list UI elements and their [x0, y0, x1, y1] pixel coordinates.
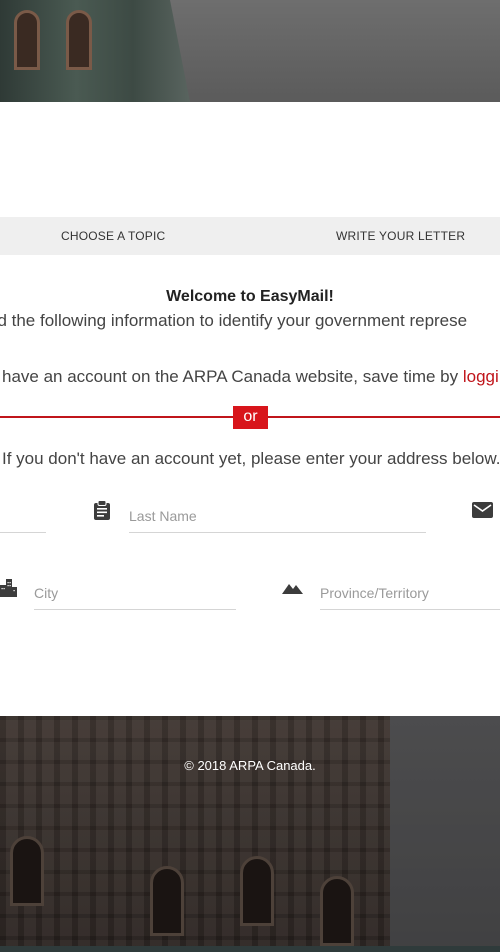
mail-icon — [472, 502, 493, 518]
account-text: have an account on the ARPA Canada websi… — [2, 367, 499, 387]
city-placeholder: City — [34, 585, 59, 601]
bottom-strip — [0, 946, 500, 952]
tower-window — [14, 10, 40, 70]
background-photo-top — [0, 0, 500, 102]
login-link[interactable]: loggi — [463, 367, 499, 386]
no-account-text: If you don't have an account yet, please… — [2, 449, 500, 468]
background-photo-bottom — [0, 716, 500, 952]
info-text: ed the following information to identify… — [0, 311, 468, 330]
first-name-field[interactable] — [0, 532, 46, 533]
province-placeholder: Province/Territory — [320, 585, 429, 601]
tower-window — [66, 10, 92, 70]
step-tabs: CHOOSE A TOPIC WRITE YOUR LETTER — [0, 217, 500, 255]
tab-choose-topic[interactable]: CHOOSE A TOPIC — [61, 217, 165, 255]
easymail-card: CHOOSE A TOPIC WRITE YOUR LETTER Welcome… — [0, 102, 500, 716]
city-icon — [0, 579, 17, 597]
city-field[interactable] — [34, 609, 236, 610]
account-text-body: have an account on the ARPA Canada websi… — [2, 367, 463, 386]
terrain-icon — [282, 584, 303, 594]
footer-copyright: © 2018 ARPA Canada. — [184, 758, 316, 773]
tab-write-letter[interactable]: WRITE YOUR LETTER — [336, 217, 465, 255]
province-field[interactable] — [320, 609, 500, 610]
welcome-heading: Welcome to EasyMail! — [166, 288, 334, 305]
last-name-field[interactable] — [129, 532, 426, 533]
or-badge: or — [233, 406, 268, 429]
clipboard-icon — [94, 500, 110, 520]
last-name-placeholder: Last Name — [129, 508, 197, 524]
background-shade — [0, 716, 500, 952]
